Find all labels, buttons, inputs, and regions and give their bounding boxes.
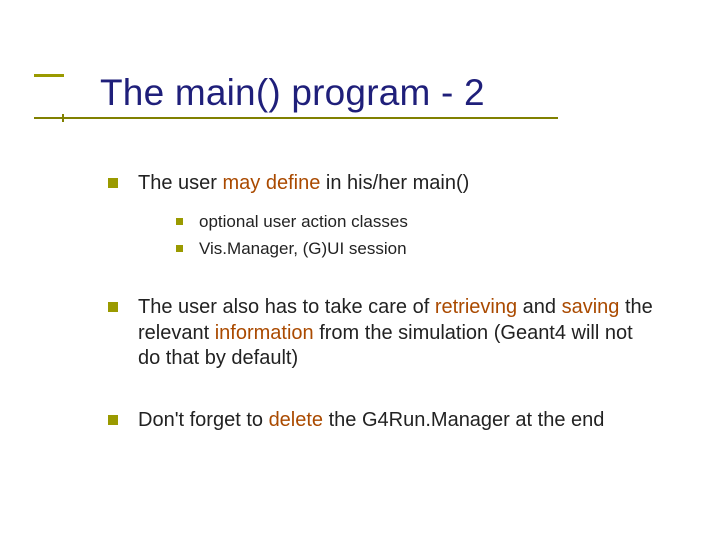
text-fragment: the G4Run.Manager at the end <box>323 409 604 431</box>
text-fragment: and <box>517 296 561 318</box>
keyword: delete <box>269 409 324 431</box>
title-tick <box>62 114 64 122</box>
text-fragment: The user <box>138 172 222 194</box>
bullet-text: optional user action classes <box>199 211 408 232</box>
bullet-text: The user also has to take care of retrie… <box>138 295 660 372</box>
title-underline <box>34 117 558 119</box>
bullet-square-icon <box>176 218 183 225</box>
keyword: information <box>215 322 314 344</box>
text-fragment: Don't forget to <box>138 409 269 431</box>
text-fragment: The user also has to take care of <box>138 296 435 318</box>
bullet-square-icon <box>108 178 118 188</box>
text-fragment: in his/her main() <box>320 172 469 194</box>
bullet-text: Don't forget to delete the G4Run.Manager… <box>138 408 604 434</box>
bullet-level1: The user may define in his/her main() <box>108 171 660 197</box>
keyword: saving <box>562 296 620 318</box>
bullet-square-icon <box>108 415 118 425</box>
sub-bullets: optional user action classes Vis.Manager… <box>176 211 660 260</box>
bullet-text: Vis.Manager, (G)UI session <box>199 238 407 259</box>
title-accent-bar <box>34 74 64 77</box>
slide-body: The user may define in his/her main() op… <box>108 171 660 433</box>
bullet-level2: optional user action classes <box>176 211 660 232</box>
keyword: retrieving <box>435 296 517 318</box>
slide-title: The main() program - 2 <box>100 72 720 114</box>
bullet-square-icon <box>176 245 183 252</box>
bullet-level1: Don't forget to delete the G4Run.Manager… <box>108 408 660 434</box>
bullet-level1: The user also has to take care of retrie… <box>108 295 660 372</box>
bullet-text: The user may define in his/her main() <box>138 171 469 197</box>
bullet-level2: Vis.Manager, (G)UI session <box>176 238 660 259</box>
keyword: may define <box>222 172 320 194</box>
bullet-square-icon <box>108 302 118 312</box>
